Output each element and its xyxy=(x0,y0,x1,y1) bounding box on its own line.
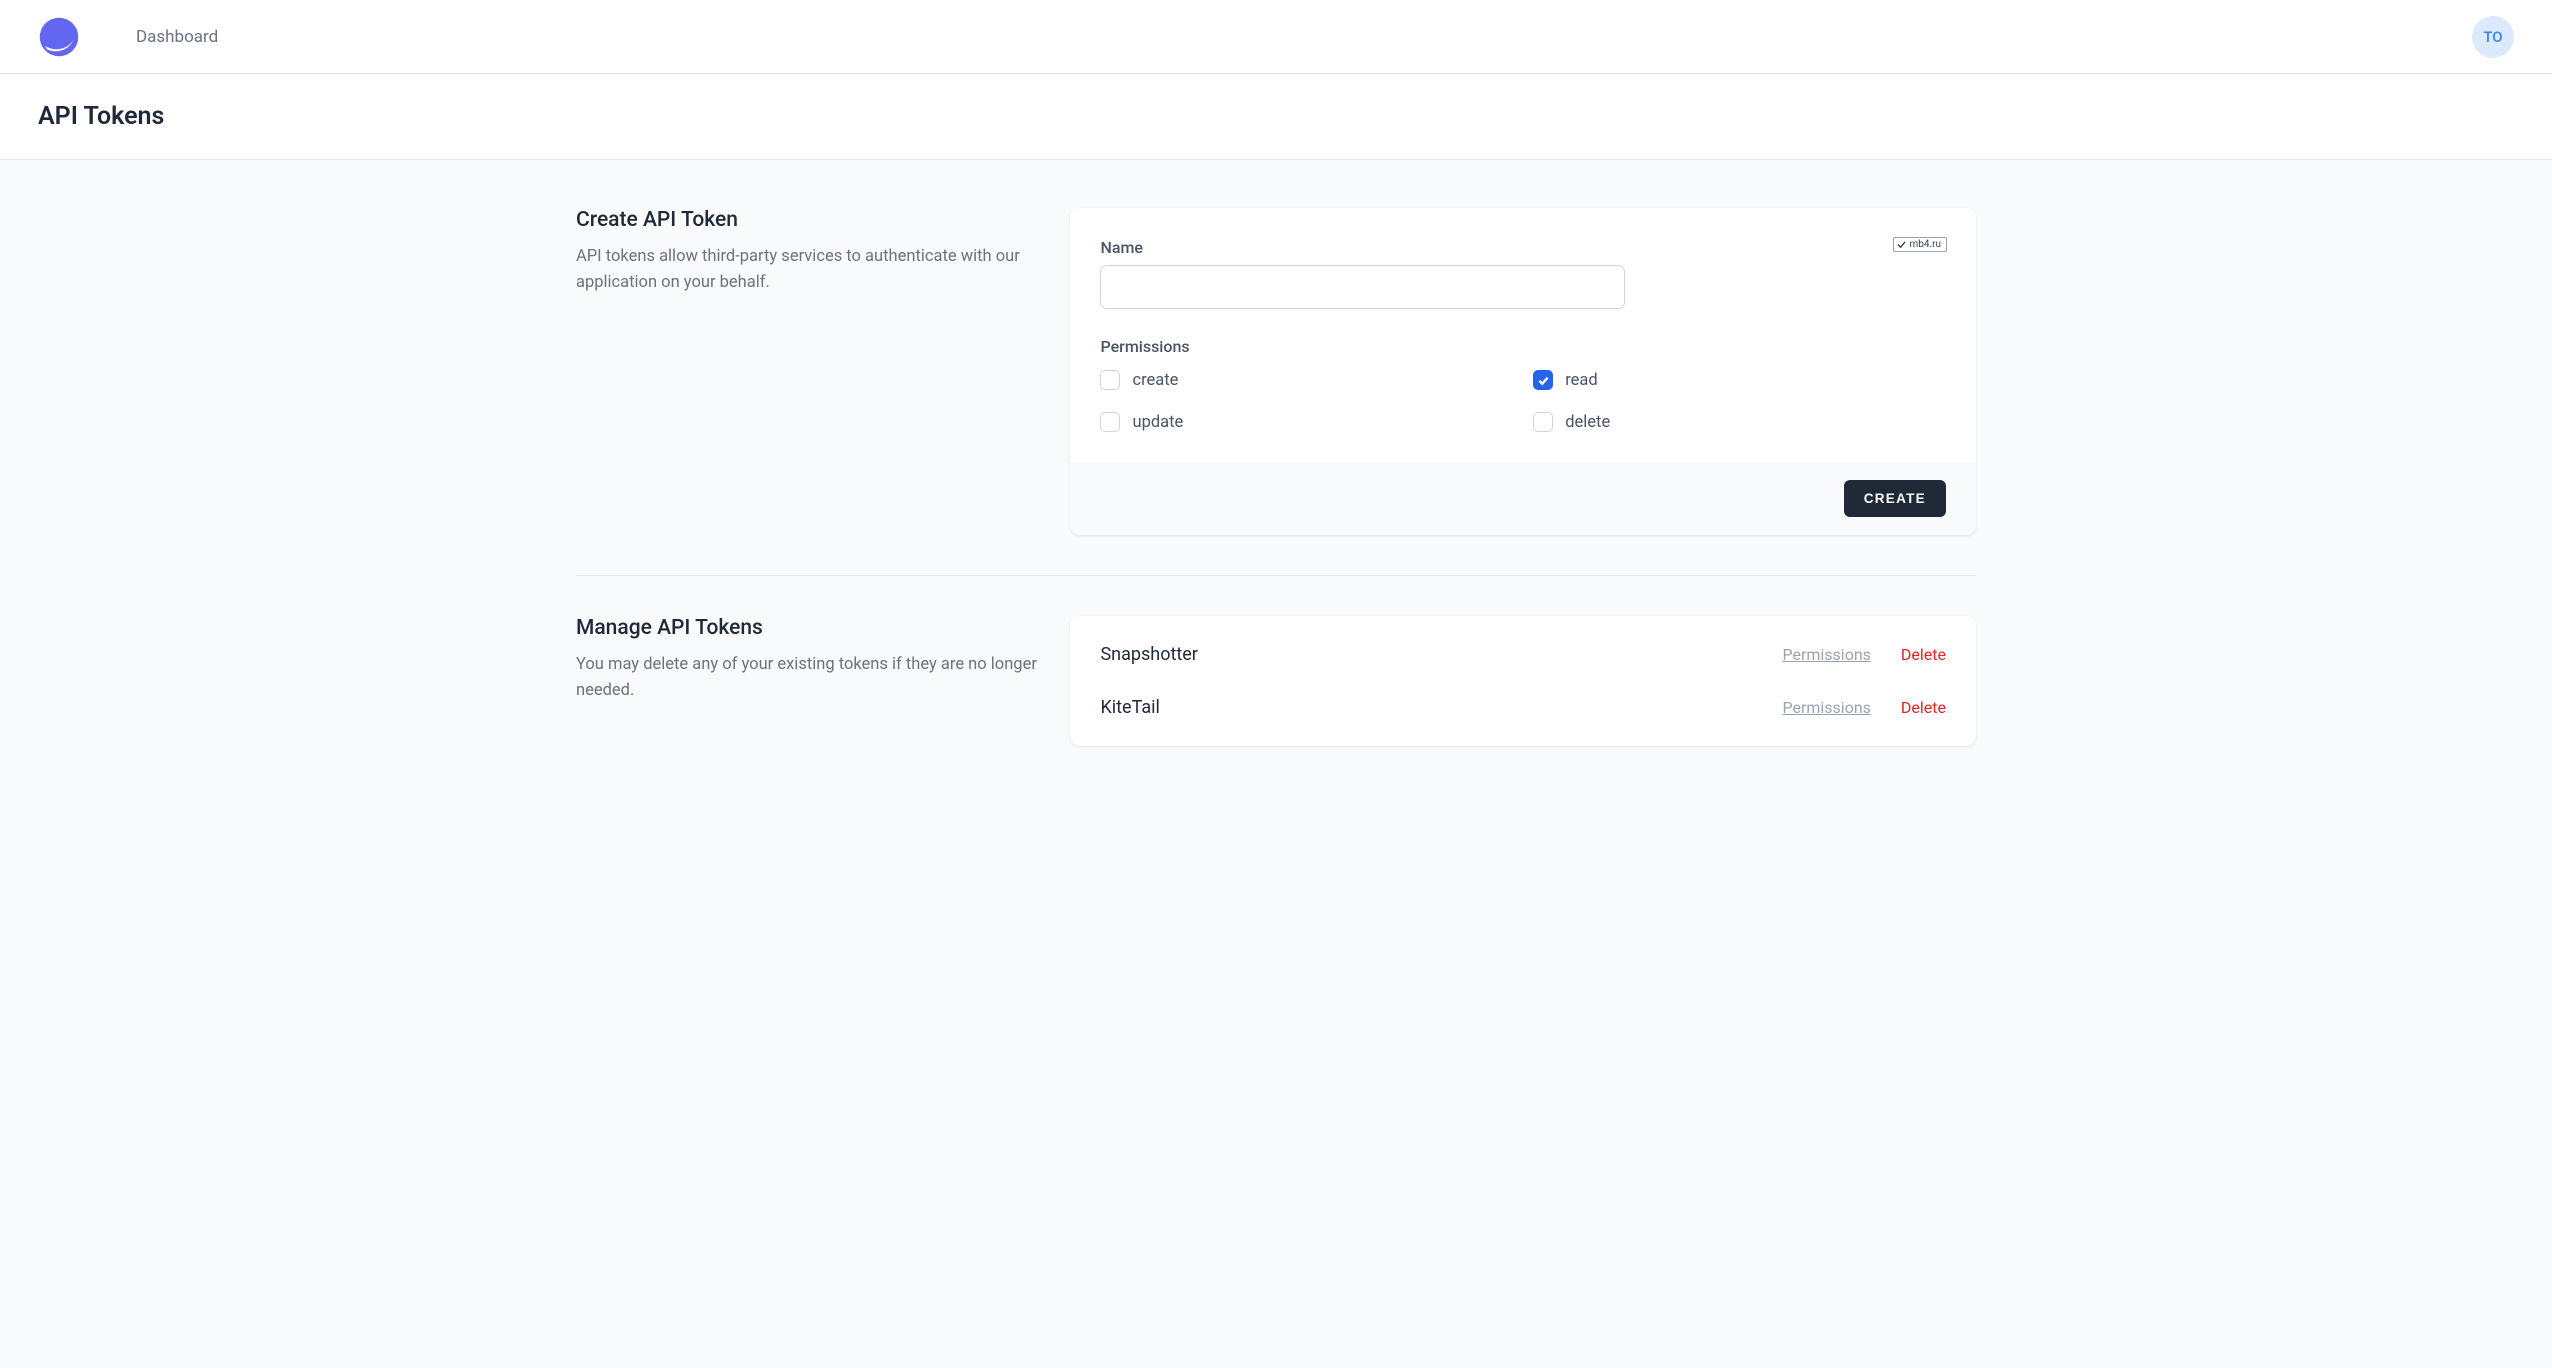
nav-link-dashboard[interactable]: Dashboard xyxy=(136,27,218,47)
create-heading: Create API Token xyxy=(576,208,1042,232)
permission-update: update xyxy=(1100,412,1513,432)
manage-description: You may delete any of your existing toke… xyxy=(576,652,1042,703)
checkbox-create[interactable] xyxy=(1100,370,1120,390)
manage-heading: Manage API Tokens xyxy=(576,616,1042,640)
token-list: Snapshotter Permissions Delete KiteTail … xyxy=(1070,616,1976,746)
main-container: Create API Token API tokens allow third-… xyxy=(538,160,2014,794)
permission-read-label[interactable]: read xyxy=(1565,371,1597,390)
checkbox-read[interactable] xyxy=(1533,370,1553,390)
manage-section: Manage API Tokens You may delete any of … xyxy=(576,616,1976,746)
create-panel-footer: CREATE xyxy=(1070,462,1976,535)
create-section: Create API Token API tokens allow third-… xyxy=(576,208,1976,535)
permissions-label: Permissions xyxy=(1100,337,1946,356)
permission-create: create xyxy=(1100,370,1513,390)
permissions-grid: create read update xyxy=(1100,370,1946,432)
delete-link[interactable]: Delete xyxy=(1901,698,1946,717)
watermark-text: mb4.ru xyxy=(1909,239,1941,250)
create-panel-wrap: mb4.ru Name Permissions create xyxy=(1070,208,1976,535)
create-button[interactable]: CREATE xyxy=(1844,480,1946,517)
table-row: Snapshotter Permissions Delete xyxy=(1070,628,1976,681)
watermark: mb4.ru xyxy=(1893,237,1947,252)
token-name: KiteTail xyxy=(1100,697,1159,718)
permission-delete-label[interactable]: delete xyxy=(1565,413,1610,432)
checkbox-delete[interactable] xyxy=(1533,412,1553,432)
token-name: Snapshotter xyxy=(1100,644,1197,665)
watermark-icon xyxy=(1897,240,1906,249)
section-divider xyxy=(576,575,1976,576)
delete-link[interactable]: Delete xyxy=(1901,645,1946,664)
create-section-description: Create API Token API tokens allow third-… xyxy=(576,208,1042,535)
page-title: API Tokens xyxy=(38,102,2514,131)
token-actions: Permissions Delete xyxy=(1782,645,1946,664)
table-row: KiteTail Permissions Delete xyxy=(1070,681,1976,734)
permission-delete: delete xyxy=(1533,412,1946,432)
permissions-link[interactable]: Permissions xyxy=(1782,645,1870,664)
permission-read: read xyxy=(1533,370,1946,390)
permissions-link[interactable]: Permissions xyxy=(1782,698,1870,717)
name-input[interactable] xyxy=(1100,265,1624,309)
manage-panel: Snapshotter Permissions Delete KiteTail … xyxy=(1070,616,1976,746)
manage-section-description: Manage API Tokens You may delete any of … xyxy=(576,616,1042,746)
name-label: Name xyxy=(1100,238,1946,257)
checkbox-update[interactable] xyxy=(1100,412,1120,432)
create-description: API tokens allow third-party services to… xyxy=(576,244,1042,295)
app-logo[interactable] xyxy=(38,16,80,58)
create-panel-body: Name Permissions create xyxy=(1070,208,1976,462)
create-panel: mb4.ru Name Permissions create xyxy=(1070,208,1976,535)
nav-left: Dashboard xyxy=(38,16,218,58)
avatar[interactable]: TO xyxy=(2472,16,2514,58)
logo-icon xyxy=(38,16,80,58)
nav-header: Dashboard TO xyxy=(0,0,2552,74)
manage-panel-wrap: Snapshotter Permissions Delete KiteTail … xyxy=(1070,616,1976,746)
token-actions: Permissions Delete xyxy=(1782,698,1946,717)
permission-update-label[interactable]: update xyxy=(1132,413,1183,432)
page-header: API Tokens xyxy=(0,74,2552,160)
permission-create-label[interactable]: create xyxy=(1132,371,1178,390)
